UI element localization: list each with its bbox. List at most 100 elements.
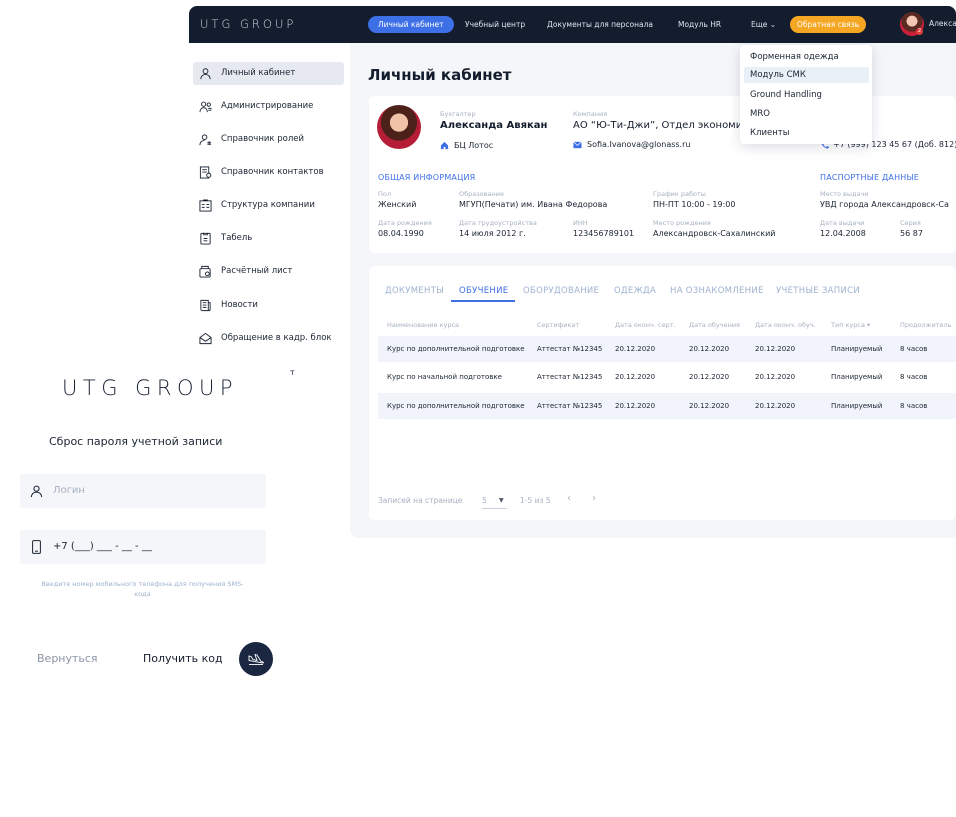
table-cell: 20.12.2020	[615, 345, 656, 353]
menu-item-clients[interactable]: Клиенты	[744, 125, 869, 141]
table-row[interactable]: Курс по начальной подготовке Аттестат №1…	[378, 364, 956, 390]
table-cell: 20.12.2020	[615, 402, 656, 410]
sidebar-item-news[interactable]: Новости	[193, 294, 344, 317]
field-label: Дата трудоустройства	[459, 219, 537, 227]
table-row[interactable]: Курс по дополнительной подготовке Аттест…	[378, 336, 956, 362]
column-header[interactable]: Продолжитель	[900, 321, 951, 329]
users-admin-icon	[199, 101, 212, 113]
mail-icon	[573, 141, 582, 149]
page-title: Личный кабинет	[368, 66, 512, 84]
sidebar-item-label: Личный кабинет	[221, 68, 296, 78]
table-cell: Аттестат №12345	[537, 373, 603, 381]
table-cell: Аттестат №12345	[537, 402, 603, 410]
top-navbar: UTG GROUP Личный кабинет Учебный центр Д…	[189, 6, 956, 43]
table-cell: Планируемый	[831, 373, 883, 381]
payslip-icon	[199, 265, 211, 278]
tab-equipment[interactable]: ОБОРУДОВАНИЕ	[523, 286, 599, 296]
menu-item-ground-handling[interactable]: Ground Handling	[744, 87, 869, 103]
field-label: ИНН	[573, 219, 588, 227]
table-cell: 8 часов	[900, 402, 928, 410]
table-cell: 20.12.2020	[755, 402, 796, 410]
column-header[interactable]: Дата оконч. серт.	[615, 321, 676, 329]
nav-training-center[interactable]: Учебный центр	[465, 16, 525, 33]
column-header-sortable[interactable]: Тип курса ▾	[831, 321, 870, 329]
login-placeholder: Логин	[53, 485, 85, 496]
table-cell: Курс по начальной подготовке	[387, 373, 502, 381]
table-cell: 20.12.2020	[689, 345, 730, 353]
table-row[interactable]: Курс по дополнительной подготовке Аттест…	[378, 393, 956, 419]
tab-acknowledge[interactable]: НА ОЗНАКОМЛЕНИЕ	[670, 286, 764, 296]
table-cell: 20.12.2020	[755, 373, 796, 381]
sidebar-item-personal-cabinet[interactable]: Личный кабинет	[193, 62, 344, 85]
table-cell: Аттестат №12345	[537, 345, 603, 353]
rows-per-page-select[interactable]: 5 ▼	[482, 496, 507, 509]
user-icon	[30, 485, 43, 498]
sidebar-item-label: Обращение в кадр. блок	[221, 333, 332, 343]
caret-down-icon: ▼	[499, 497, 504, 504]
field-value: МГУП(Печати) им. Ивана Федорова	[459, 200, 608, 209]
table-cell: Курс по дополнительной подготовке	[387, 345, 525, 353]
sidebar-item-administration[interactable]: Администрирование	[193, 95, 344, 118]
user-name[interactable]: Алекса	[929, 19, 956, 28]
plane-icon	[248, 653, 264, 665]
reset-title: Сброс пароля учетной записи	[49, 435, 223, 448]
field-label: График работы	[653, 190, 706, 198]
sidebar-item-payslip[interactable]: Расчётный лист	[193, 260, 344, 283]
table-cell: 8 часов	[900, 345, 928, 353]
feedback-button[interactable]: Обратная связь	[790, 16, 867, 33]
tab-documents[interactable]: ДОКУМЕНТЫ	[385, 286, 444, 296]
timesheet-icon	[200, 232, 211, 245]
nav-personal-cabinet[interactable]: Личный кабинет	[368, 16, 454, 33]
field-value: Александровск-Сахалинский	[653, 229, 776, 238]
field-label: Место выдачи	[820, 190, 869, 198]
sidebar-item-timesheet[interactable]: Табель	[193, 227, 344, 250]
brand-logo[interactable]: UTG GROUP	[200, 17, 296, 31]
sidebar-item-label: Справочник контактов	[221, 167, 324, 177]
sidebar-item-label: Справочник ролей	[221, 134, 305, 144]
passport-title: ПАСПОРТНЫЕ ДАННЫЕ	[820, 173, 920, 182]
column-header[interactable]: Наименование курса	[387, 321, 459, 329]
user-icon	[200, 68, 211, 80]
sidebar-item-label: Структура компании	[221, 200, 315, 210]
back-button[interactable]: Вернуться	[37, 652, 98, 665]
home-icon	[440, 141, 449, 150]
field-value: УВД города Александровск-Са	[820, 200, 949, 209]
tab-clothing[interactable]: ОДЕЖДА	[614, 286, 656, 296]
sidebar-item-roles[interactable]: Справочник ролей	[193, 128, 344, 151]
menu-item-uniform[interactable]: Форменная одежда	[744, 49, 869, 65]
sidebar-item-contacts[interactable]: Справочник контактов	[193, 161, 344, 184]
column-header[interactable]: Дата обучения	[689, 321, 740, 329]
tab-training[interactable]: ОБУЧЕНИЕ	[459, 286, 508, 296]
sidebar-item-company-structure[interactable]: Структура компании	[193, 194, 344, 217]
table-cell: 20.12.2020	[689, 402, 730, 410]
field-value: 12.04.2008	[820, 229, 866, 238]
profile-email[interactable]: Sofia.Ivanova@glonass.ru	[587, 140, 690, 149]
plane-arrival-button[interactable]	[239, 642, 273, 676]
get-code-button[interactable]: Получить код	[143, 652, 223, 665]
profile-avatar	[377, 105, 421, 149]
table-cell: Курс по дополнительной подготовке	[387, 402, 525, 410]
prev-page-button[interactable]: ‹	[567, 493, 571, 504]
login-field[interactable]: Логин	[20, 474, 266, 508]
menu-item-mro[interactable]: MRO	[744, 106, 869, 122]
table-cell: Планируемый	[831, 402, 883, 410]
field-label: Место рождения	[653, 219, 711, 227]
nav-staff-documents[interactable]: Документы для персонала	[547, 16, 653, 33]
rows-per-page-value: 5	[482, 496, 487, 505]
notification-badge: 2	[916, 28, 923, 35]
field-value: 56 87	[900, 229, 923, 238]
column-header[interactable]: Сертификат	[537, 321, 579, 329]
phone-field[interactable]: +7 (___) ___ - __ - __	[20, 530, 266, 564]
tab-accounts[interactable]: УЧЕТНЫЕ ЗАПИСИ	[776, 286, 860, 296]
sidebar-item-hr-request[interactable]: Обращение в кадр. блок	[193, 327, 344, 350]
login-brand-logo: UTG GROUP	[62, 376, 239, 400]
column-header[interactable]: Дата оконч. обуч.	[755, 321, 816, 329]
menu-item-smk-module[interactable]: Модуль СМК	[744, 67, 869, 83]
field-value: ПН-ПТ 10:00 - 19:00	[653, 200, 736, 209]
table-cell: 20.12.2020	[689, 373, 730, 381]
rows-per-page-label: Записей на странице	[378, 496, 463, 505]
table-cell: 20.12.2020	[755, 345, 796, 353]
nav-more-dropdown[interactable]: Еще ⌄	[751, 16, 776, 33]
next-page-button[interactable]: ›	[592, 493, 596, 504]
nav-hr-module[interactable]: Модуль HR	[678, 16, 721, 33]
